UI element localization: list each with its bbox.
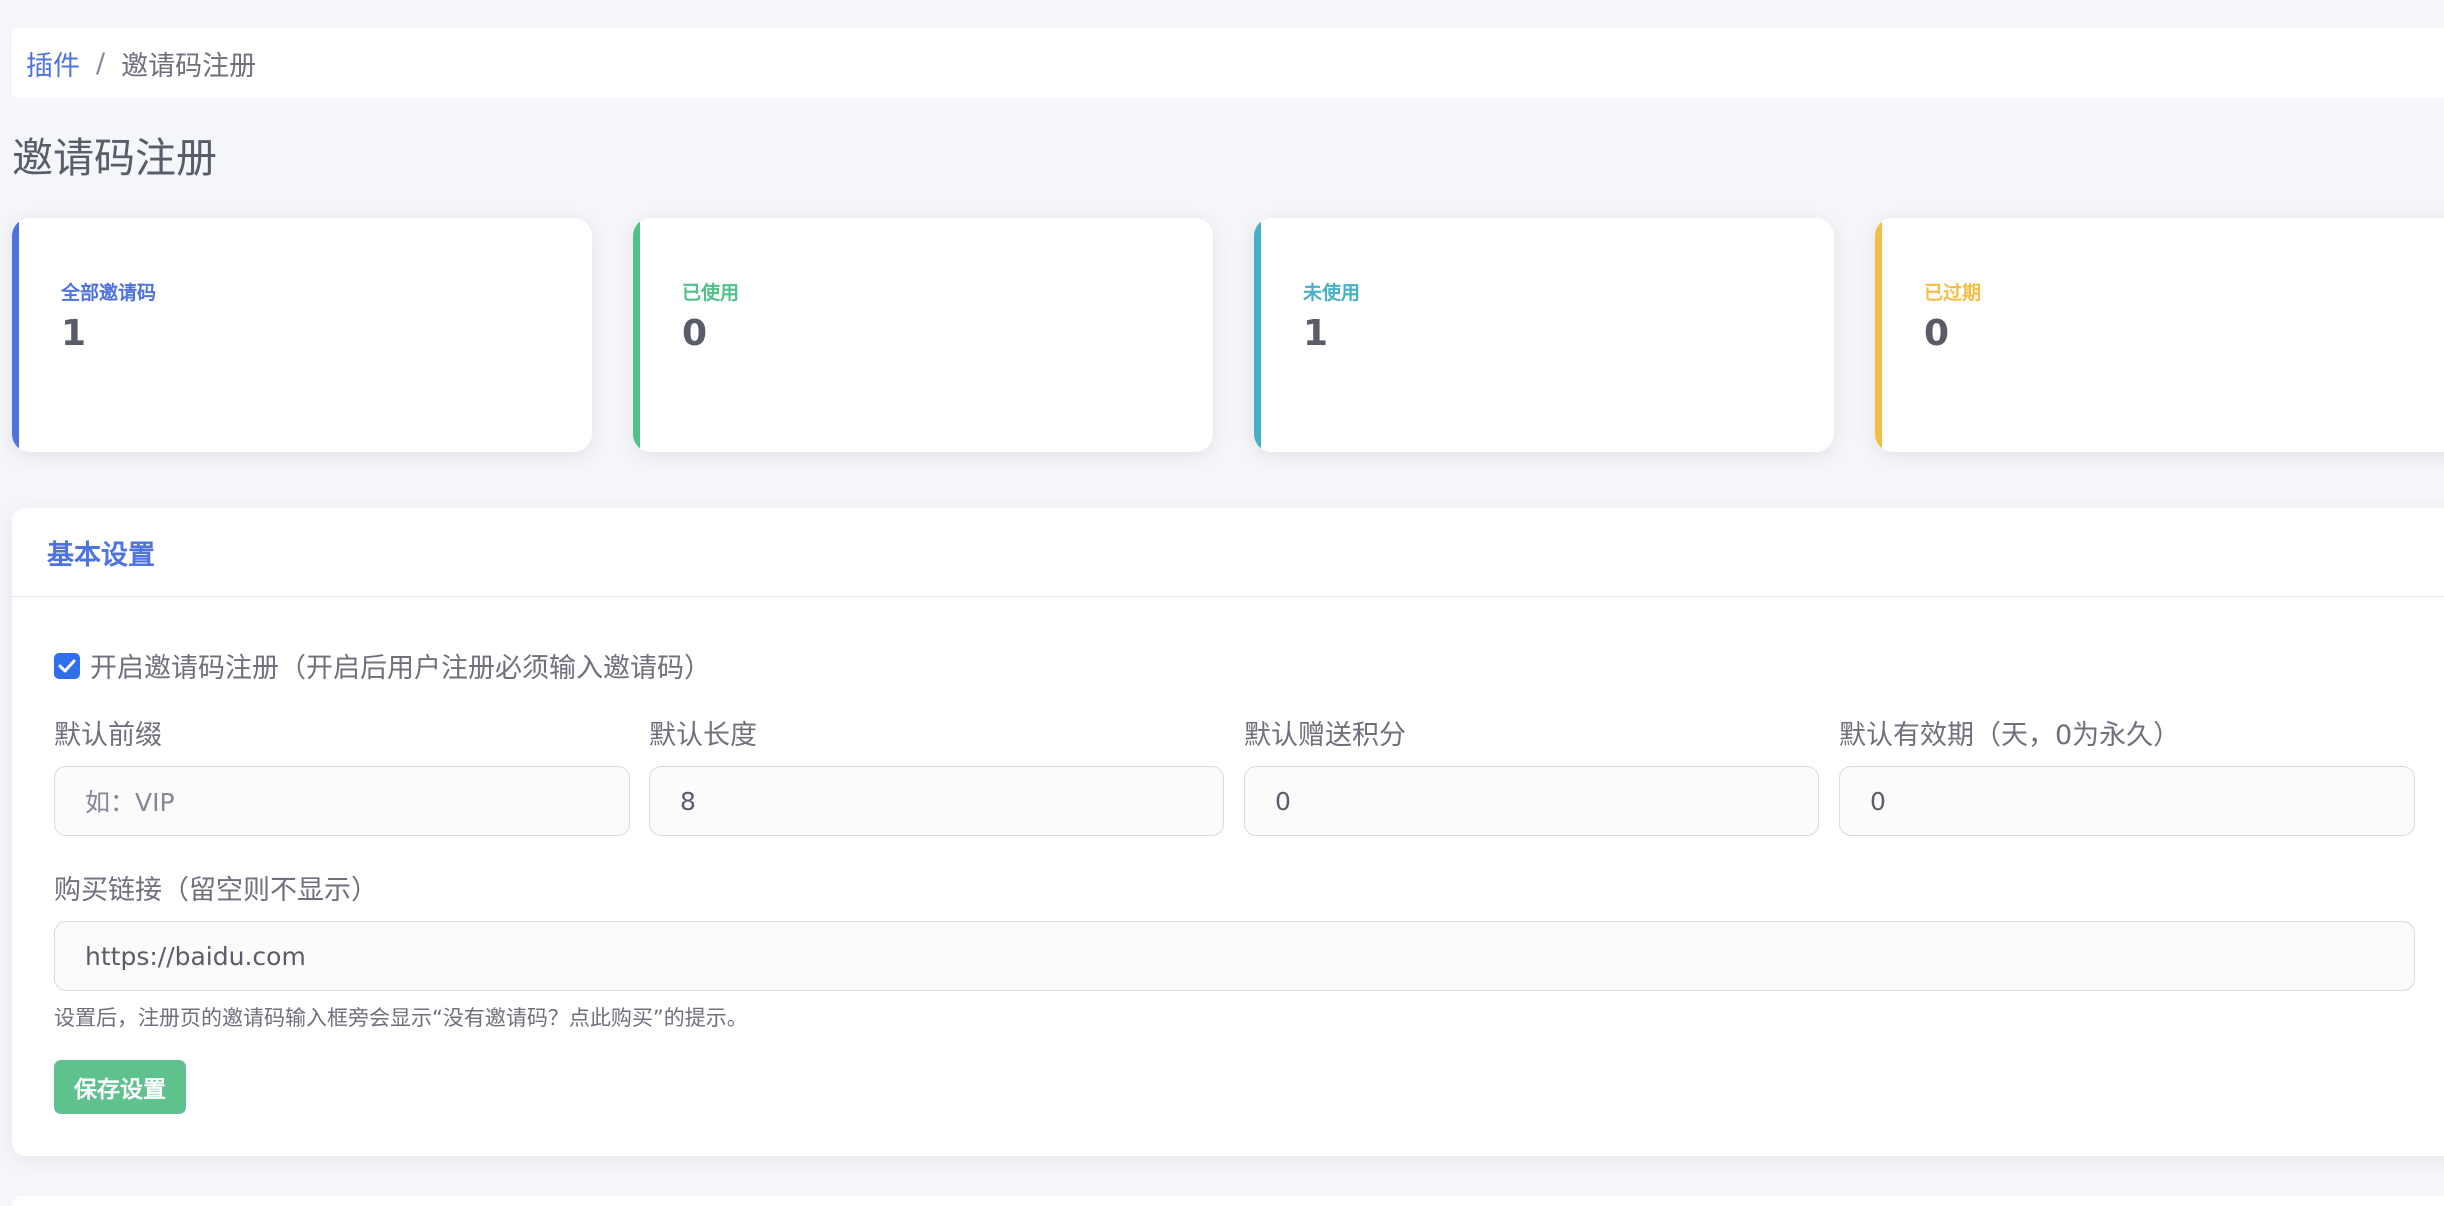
stat-card-total: 全部邀请码 1 bbox=[12, 218, 592, 452]
validity-input[interactable]: 0 bbox=[1839, 766, 2415, 836]
settings-header: 基本设置 bbox=[12, 508, 2444, 597]
breadcrumb-separator: / bbox=[96, 47, 106, 79]
purchase-link-input[interactable]: https://baidu.com bbox=[54, 921, 2415, 991]
next-panel-edge bbox=[12, 1196, 2444, 1206]
purchase-link-label: 购买链接（留空则不显示） bbox=[54, 875, 378, 906]
enable-invite-row[interactable]: 开启邀请码注册（开启后用户注册必须输入邀请码） bbox=[54, 646, 711, 685]
card-accent-bar bbox=[12, 218, 19, 452]
points-input[interactable]: 0 bbox=[1244, 766, 1819, 836]
stat-card-used: 已使用 0 bbox=[633, 218, 1213, 452]
stat-card-unused: 未使用 1 bbox=[1254, 218, 1834, 452]
stat-value-used: 0 bbox=[682, 313, 708, 354]
stat-value-total: 1 bbox=[61, 313, 87, 354]
enable-invite-label: 开启邀请码注册（开启后用户注册必须输入邀请码） bbox=[90, 653, 711, 684]
prefix-input[interactable]: 如：VIP bbox=[54, 766, 630, 836]
check-icon bbox=[58, 659, 76, 672]
stat-label-unused: 未使用 bbox=[1303, 282, 1361, 304]
purchase-link-help: 设置后，注册页的邀请码输入框旁会显示“没有邀请码？点此购买”的提示。 bbox=[54, 1006, 748, 1030]
card-accent-bar bbox=[1254, 218, 1261, 452]
stat-label-used: 已使用 bbox=[682, 282, 740, 304]
stat-card-expired: 已过期 0 bbox=[1875, 218, 2444, 452]
length-input[interactable]: 8 bbox=[649, 766, 1224, 836]
breadcrumb-current: 邀请码注册 bbox=[121, 50, 257, 82]
page-title: 邀请码注册 bbox=[12, 134, 217, 182]
settings-panel: 基本设置 开启邀请码注册（开启后用户注册必须输入邀请码） 默认前缀 如：VIP … bbox=[12, 508, 2444, 1156]
stat-value-expired: 0 bbox=[1924, 313, 1950, 354]
length-label: 默认长度 bbox=[649, 720, 757, 751]
validity-label: 默认有效期（天，0为永久） bbox=[1839, 720, 2181, 751]
stat-label-total: 全部邀请码 bbox=[61, 282, 157, 304]
points-label: 默认赠送积分 bbox=[1244, 720, 1406, 751]
enable-invite-checkbox[interactable] bbox=[54, 652, 80, 679]
prefix-label: 默认前缀 bbox=[54, 720, 162, 751]
save-settings-button[interactable]: 保存设置 bbox=[54, 1060, 186, 1114]
stat-value-unused: 1 bbox=[1303, 313, 1329, 354]
card-accent-bar bbox=[633, 218, 640, 452]
breadcrumb-plugins-link[interactable]: 插件 bbox=[26, 44, 80, 83]
card-accent-bar bbox=[1875, 218, 1882, 452]
stat-label-expired: 已过期 bbox=[1924, 282, 1982, 304]
breadcrumb: 插件 / 邀请码注册 bbox=[12, 28, 2444, 98]
